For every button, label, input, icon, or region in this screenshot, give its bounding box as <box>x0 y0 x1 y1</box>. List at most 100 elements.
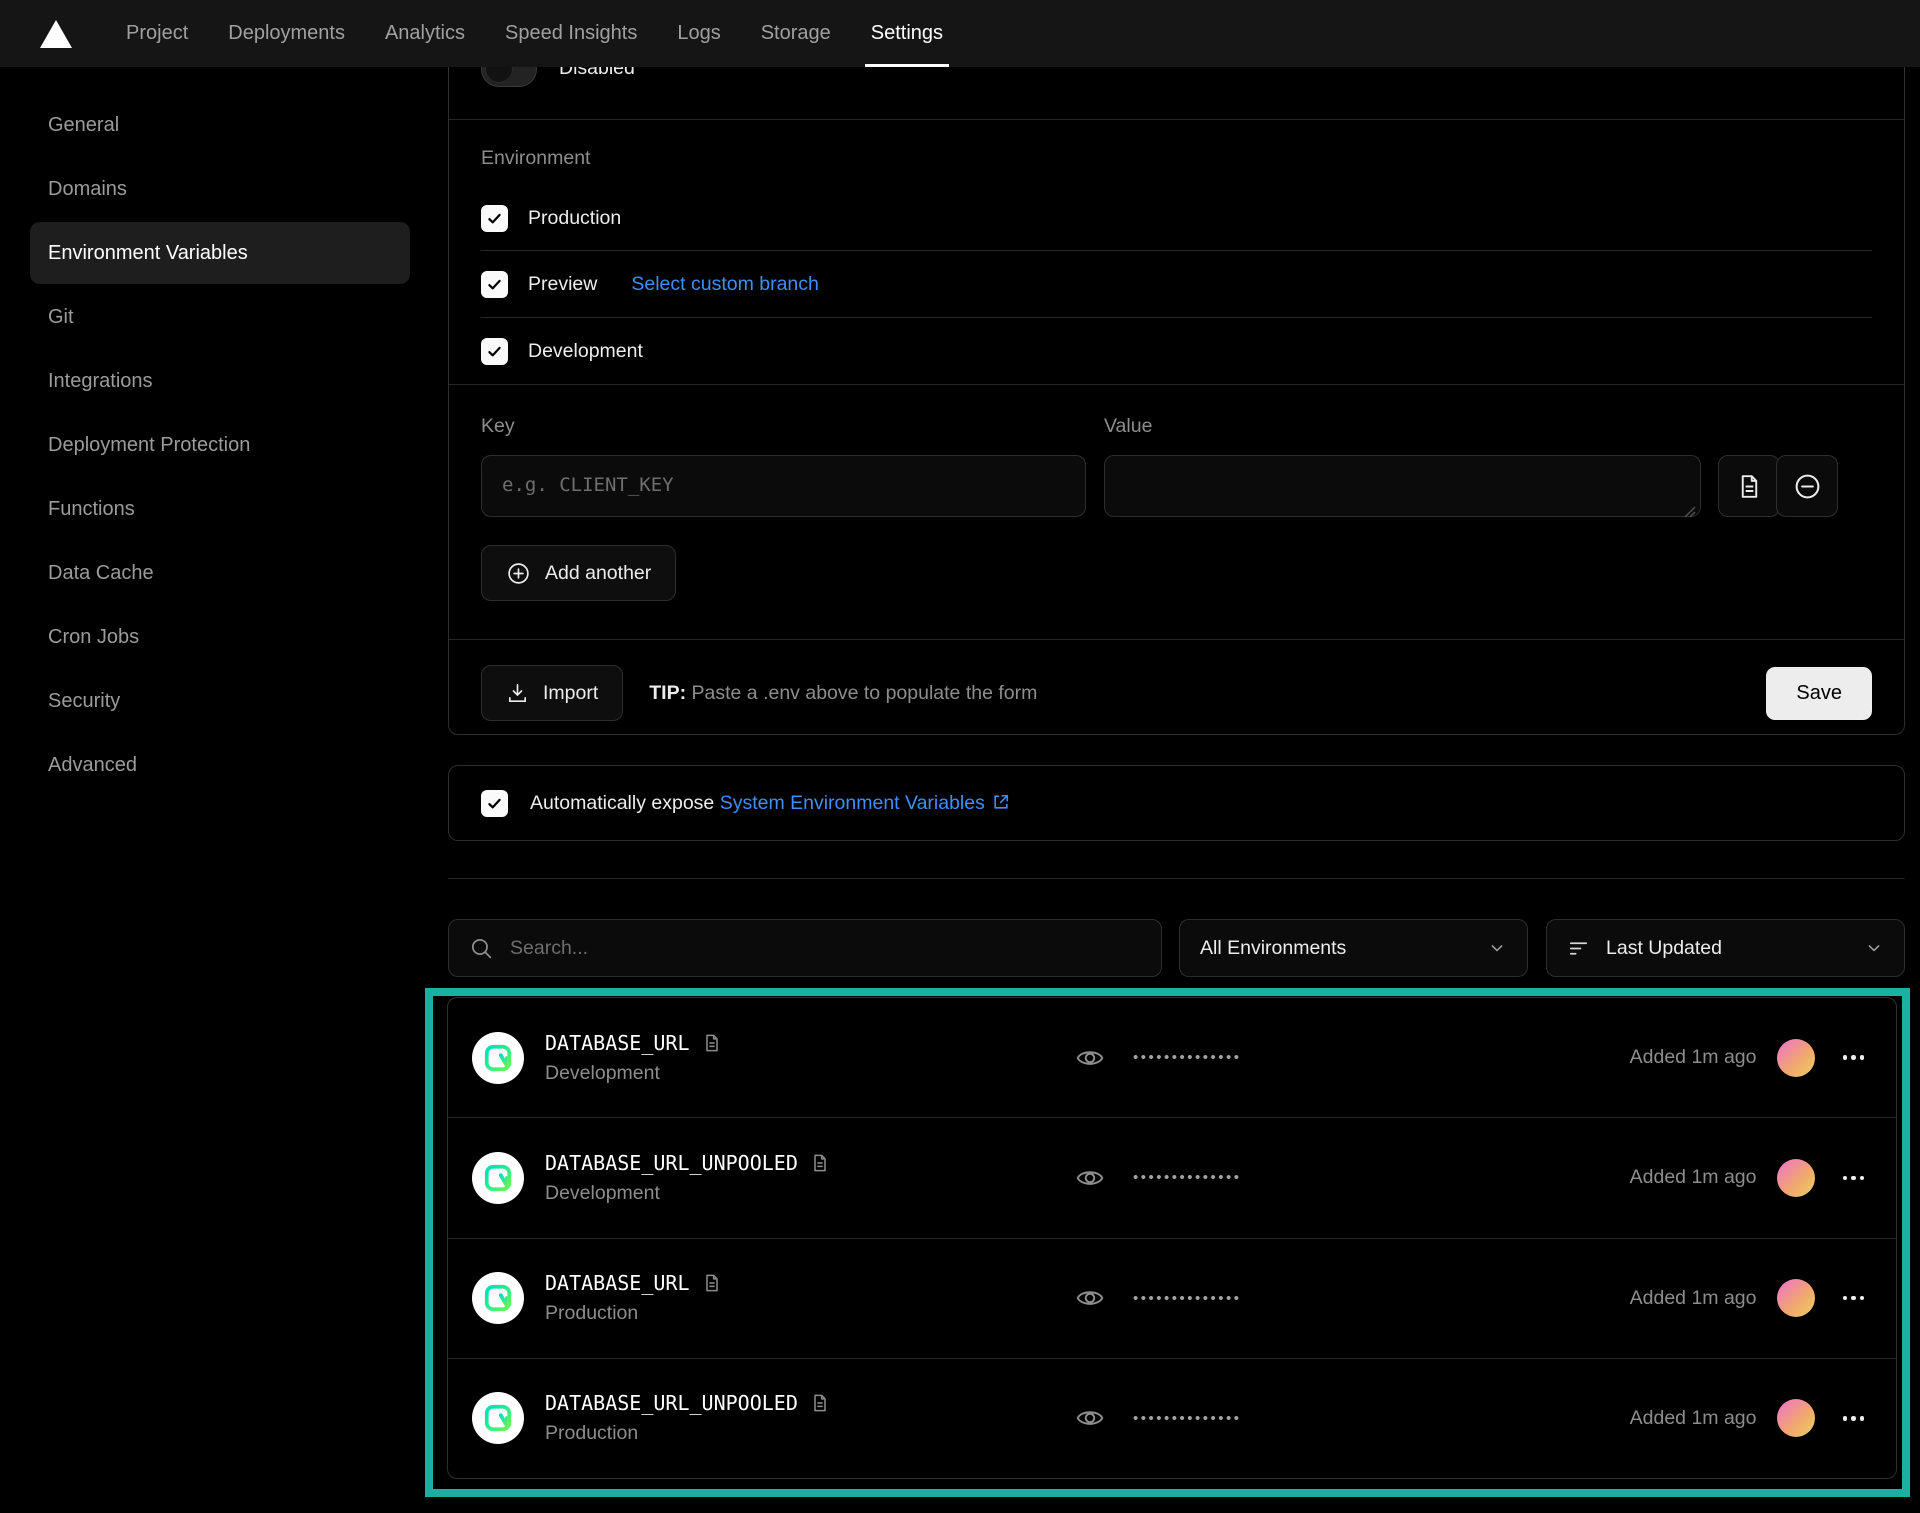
ellipsis-icon <box>1860 1416 1865 1421</box>
resize-grip-icon[interactable] <box>1684 506 1696 518</box>
nav-item-speed-insights[interactable]: Speed Insights <box>485 0 657 67</box>
development-checkbox[interactable] <box>481 338 508 365</box>
sidebar-item-domains[interactable]: Domains <box>30 158 410 220</box>
sidebar-item-general[interactable]: General <box>30 94 410 156</box>
sort-dropdown[interactable]: Last Updated <box>1546 919 1905 977</box>
production-checkbox[interactable] <box>481 205 508 232</box>
value-group: •••••••••••••• <box>1075 1283 1242 1313</box>
sidebar-item-security[interactable]: Security <box>30 670 410 732</box>
environment-row-preview: Preview Select custom branch <box>481 251 1872 317</box>
nav-item-storage[interactable]: Storage <box>741 0 851 67</box>
reveal-value-button[interactable] <box>1075 1403 1105 1433</box>
main-content: Disabled Environment Production Preview … <box>448 0 1905 1513</box>
add-another-button[interactable]: Add another <box>481 545 676 601</box>
key-label: Key <box>481 415 1086 439</box>
nav-item-label: Storage <box>761 22 831 45</box>
sidebar-item-deployment-protection[interactable]: Deployment Protection <box>30 414 410 476</box>
nav-item-logs[interactable]: Logs <box>657 0 740 67</box>
nav-item-settings[interactable]: Settings <box>851 0 963 67</box>
neon-logo-icon <box>483 1163 513 1193</box>
environment-row-development: Development <box>481 318 1872 384</box>
import-button[interactable]: Import <box>481 665 623 721</box>
sidebar-item-advanced[interactable]: Advanced <box>30 734 410 796</box>
system-env-checkbox[interactable] <box>481 790 508 817</box>
integration-avatar <box>472 1032 524 1084</box>
ellipsis-icon <box>1860 1055 1865 1060</box>
eye-icon <box>1075 1043 1105 1073</box>
env-var-info: DATABASE_URL_UNPOOLED Development <box>545 1151 830 1205</box>
key-input[interactable] <box>481 455 1086 517</box>
preview-checkbox[interactable] <box>481 271 508 298</box>
note-file-icon[interactable] <box>810 1393 830 1413</box>
settings-sidebar: General Domains Environment Variables Gi… <box>0 67 440 798</box>
masked-value: •••••••••••••• <box>1133 1169 1242 1186</box>
reveal-value-button[interactable] <box>1075 1163 1105 1193</box>
env-var-environment: Development <box>545 1062 722 1085</box>
tip-text: TIP: Paste a .env above to populate the … <box>649 682 1037 705</box>
masked-value: •••••••••••••• <box>1133 1410 1242 1427</box>
environment-checkbox-label: Preview <box>528 273 597 296</box>
form-footer: Import TIP: Paste a .env above to popula… <box>449 640 1904 746</box>
eye-icon <box>1075 1283 1105 1313</box>
system-env-variables-link[interactable]: System Environment Variables <box>720 792 1011 814</box>
search-input[interactable] <box>510 937 1141 960</box>
integration-avatar <box>472 1392 524 1444</box>
env-var-row[interactable]: DATABASE_URL Development •••••••••••••• … <box>448 998 1896 1117</box>
row-meta: Added 1m ago <box>1630 1279 1866 1317</box>
sidebar-item-functions[interactable]: Functions <box>30 478 410 540</box>
row-menu-button[interactable] <box>1841 1170 1867 1187</box>
save-button[interactable]: Save <box>1766 667 1872 720</box>
value-group: •••••••••••••• <box>1075 1403 1242 1433</box>
ellipsis-icon <box>1851 1416 1856 1421</box>
added-time: Added 1m ago <box>1630 1166 1757 1189</box>
remove-variable-row-button[interactable] <box>1776 455 1838 517</box>
env-var-row[interactable]: DATABASE_URL_UNPOOLED Development ••••••… <box>448 1117 1896 1237</box>
ellipsis-icon <box>1851 1296 1856 1301</box>
row-menu-button[interactable] <box>1841 1049 1867 1066</box>
select-custom-branch-link[interactable]: Select custom branch <box>631 273 819 296</box>
row-meta: Added 1m ago <box>1630 1039 1866 1077</box>
user-avatar <box>1777 1159 1815 1197</box>
top-nav: Project Deployments Analytics Speed Insi… <box>0 0 1920 67</box>
reveal-value-button[interactable] <box>1075 1283 1105 1313</box>
env-var-row[interactable]: DATABASE_URL Production •••••••••••••• A… <box>448 1238 1896 1358</box>
file-icon <box>1736 473 1763 500</box>
row-menu-button[interactable] <box>1841 1290 1867 1307</box>
nav-item-analytics[interactable]: Analytics <box>365 0 485 67</box>
environment-filter-dropdown[interactable]: All Environments <box>1179 919 1528 977</box>
tip-body: Paste a .env above to populate the form <box>686 682 1037 704</box>
environment-checkbox-label: Production <box>528 207 621 230</box>
import-label: Import <box>543 682 598 705</box>
note-file-icon[interactable] <box>702 1273 722 1293</box>
env-var-row[interactable]: DATABASE_URL_UNPOOLED Production •••••••… <box>448 1358 1896 1478</box>
ellipsis-icon <box>1860 1296 1865 1301</box>
reveal-value-button[interactable] <box>1075 1043 1105 1073</box>
sidebar-item-environment-variables[interactable]: Environment Variables <box>30 222 410 284</box>
neon-logo-icon <box>483 1283 513 1313</box>
value-label: Value <box>1104 415 1701 439</box>
nav-item-project[interactable]: Project <box>106 0 208 67</box>
paste-env-file-button[interactable] <box>1718 455 1780 517</box>
nav-item-label: Project <box>126 22 188 45</box>
ellipsis-icon <box>1843 1055 1848 1060</box>
value-textarea[interactable] <box>1104 455 1701 517</box>
env-var-environment: Production <box>545 1302 722 1325</box>
vercel-logo-icon[interactable] <box>40 0 72 67</box>
value-group: •••••••••••••• <box>1075 1163 1242 1193</box>
note-file-icon[interactable] <box>702 1033 722 1053</box>
sidebar-item-data-cache[interactable]: Data Cache <box>30 542 410 604</box>
search-box <box>448 919 1162 977</box>
sidebar-item-cron-jobs[interactable]: Cron Jobs <box>30 606 410 668</box>
sidebar-item-integrations[interactable]: Integrations <box>30 350 410 412</box>
check-icon <box>486 343 503 360</box>
check-icon <box>486 795 503 812</box>
filter-bar: All Environments Last Updated <box>448 919 1905 977</box>
env-var-info: DATABASE_URL_UNPOOLED Production <box>545 1391 830 1445</box>
sidebar-item-git[interactable]: Git <box>30 286 410 348</box>
environment-section-label: Environment <box>481 120 1872 186</box>
check-icon <box>486 276 503 293</box>
env-var-environment: Production <box>545 1422 830 1445</box>
note-file-icon[interactable] <box>810 1153 830 1173</box>
row-menu-button[interactable] <box>1841 1410 1867 1427</box>
nav-item-deployments[interactable]: Deployments <box>208 0 365 67</box>
